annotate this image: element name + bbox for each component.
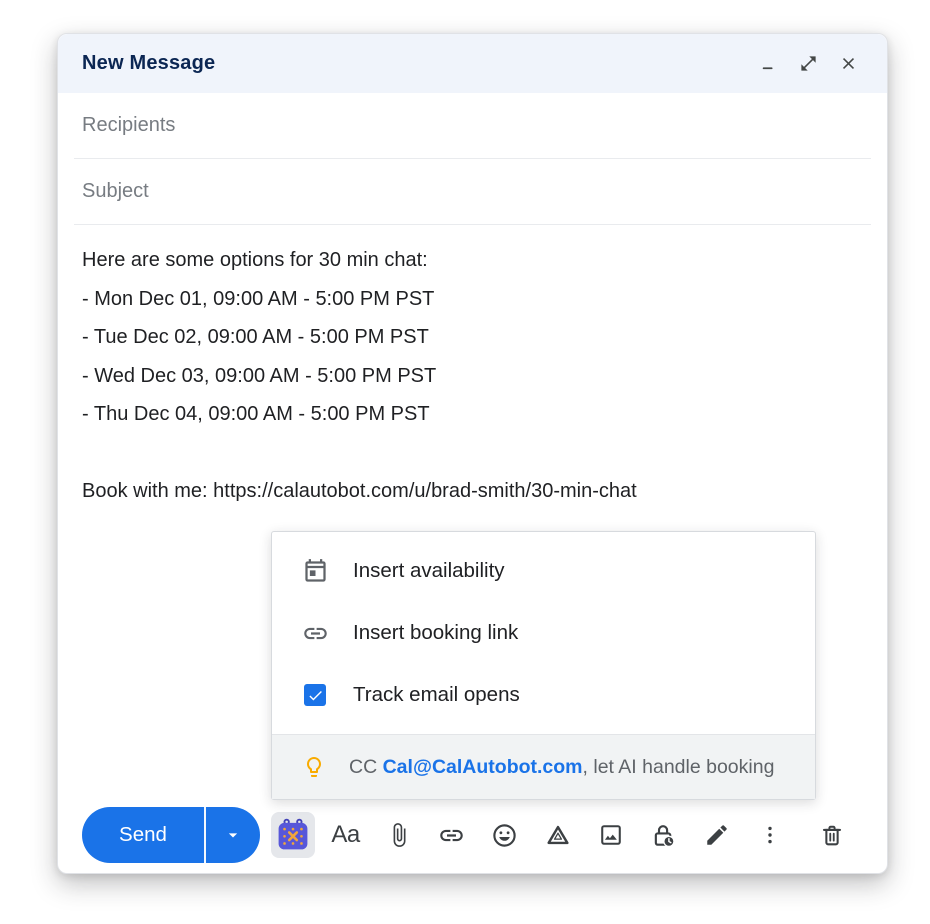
insert-from-drive-button[interactable] xyxy=(536,812,580,858)
compose-title: New Message xyxy=(82,52,215,75)
emoji-icon xyxy=(491,822,518,849)
compose-window: New Message Here xyxy=(57,33,888,874)
subject-row xyxy=(74,159,871,225)
cal-extension-button[interactable] xyxy=(271,812,315,858)
body-line: Book with me: https://calautobot.com/u/b… xyxy=(82,472,863,511)
compose-toolbar: Send xyxy=(82,804,867,866)
more-options-button[interactable] xyxy=(748,812,792,858)
body-line: - Thu Dec 04, 09:00 AM - 5:00 PM PST xyxy=(82,395,863,434)
tip-text: CC Cal@CalAutobot.com, let AI handle boo… xyxy=(349,756,774,779)
more-options-icon xyxy=(758,823,782,847)
formatting-options-icon: Aa xyxy=(331,821,359,849)
menu-item-insert-booking-link[interactable]: Insert booking link xyxy=(272,602,815,664)
attach-file-button[interactable] xyxy=(377,812,421,858)
discard-draft-button[interactable] xyxy=(810,812,854,858)
send-split-button: Send xyxy=(82,807,260,863)
popout-icon xyxy=(799,54,818,73)
menu-item-insert-availability[interactable]: Insert availability xyxy=(272,540,815,602)
body-line: Here are some options for 30 min chat: xyxy=(82,241,863,280)
recipients-row xyxy=(74,93,871,159)
menu-item-track-email-opens[interactable]: Track email opens xyxy=(272,664,815,726)
checkbox-wrap xyxy=(300,684,330,706)
insert-image-icon xyxy=(598,822,624,848)
toolbar-icons: Aa xyxy=(271,812,854,858)
popout-button[interactable] xyxy=(795,51,821,77)
menu-item-label: Track email opens xyxy=(353,683,520,707)
insert-link-button[interactable] xyxy=(430,812,474,858)
send-options-button[interactable] xyxy=(206,807,260,863)
recipients-input[interactable] xyxy=(82,114,863,137)
confidential-mode-icon xyxy=(650,822,677,849)
minimize-icon xyxy=(759,55,777,73)
chevron-down-icon xyxy=(223,825,243,845)
subject-input[interactable] xyxy=(82,180,863,203)
body-line-blank xyxy=(82,434,863,473)
minimize-button[interactable] xyxy=(755,51,781,77)
formatting-options-button[interactable]: Aa xyxy=(324,812,368,858)
tip-email-link[interactable]: Cal@CalAutobot.com xyxy=(383,756,583,778)
cal-extension-menu: Insert availability Insert booking link … xyxy=(271,531,816,800)
link-icon xyxy=(300,620,330,647)
window-controls xyxy=(755,51,861,77)
insert-emoji-button[interactable] xyxy=(483,812,527,858)
close-icon xyxy=(839,54,858,73)
menu-tip-cc-cal[interactable]: CC Cal@CalAutobot.com, let AI handle boo… xyxy=(272,735,815,799)
insert-signature-button[interactable] xyxy=(695,812,739,858)
body-line: - Mon Dec 01, 09:00 AM - 5:00 PM PST xyxy=(82,280,863,319)
confidential-mode-button[interactable] xyxy=(642,812,686,858)
drive-icon xyxy=(544,821,572,849)
close-button[interactable] xyxy=(835,51,861,77)
insert-link-icon xyxy=(438,822,465,849)
body-line: - Tue Dec 02, 09:00 AM - 5:00 PM PST xyxy=(82,318,863,357)
cal-extension-icon xyxy=(275,817,311,853)
body-line: - Wed Dec 03, 09:00 AM - 5:00 PM PST xyxy=(82,357,863,396)
calendar-icon xyxy=(300,558,330,585)
checkbox-checked-icon[interactable] xyxy=(304,684,326,706)
signature-pen-icon xyxy=(704,822,730,848)
lightbulb-icon xyxy=(302,755,326,779)
compose-header: New Message xyxy=(58,34,887,93)
menu-item-label: Insert availability xyxy=(353,559,505,583)
send-button[interactable]: Send xyxy=(82,807,204,863)
trash-icon xyxy=(819,822,845,848)
message-body-editor[interactable]: Here are some options for 30 min chat: -… xyxy=(58,225,887,511)
insert-image-button[interactable] xyxy=(589,812,633,858)
attach-file-icon xyxy=(386,822,412,848)
menu-item-label: Insert booking link xyxy=(353,621,518,645)
